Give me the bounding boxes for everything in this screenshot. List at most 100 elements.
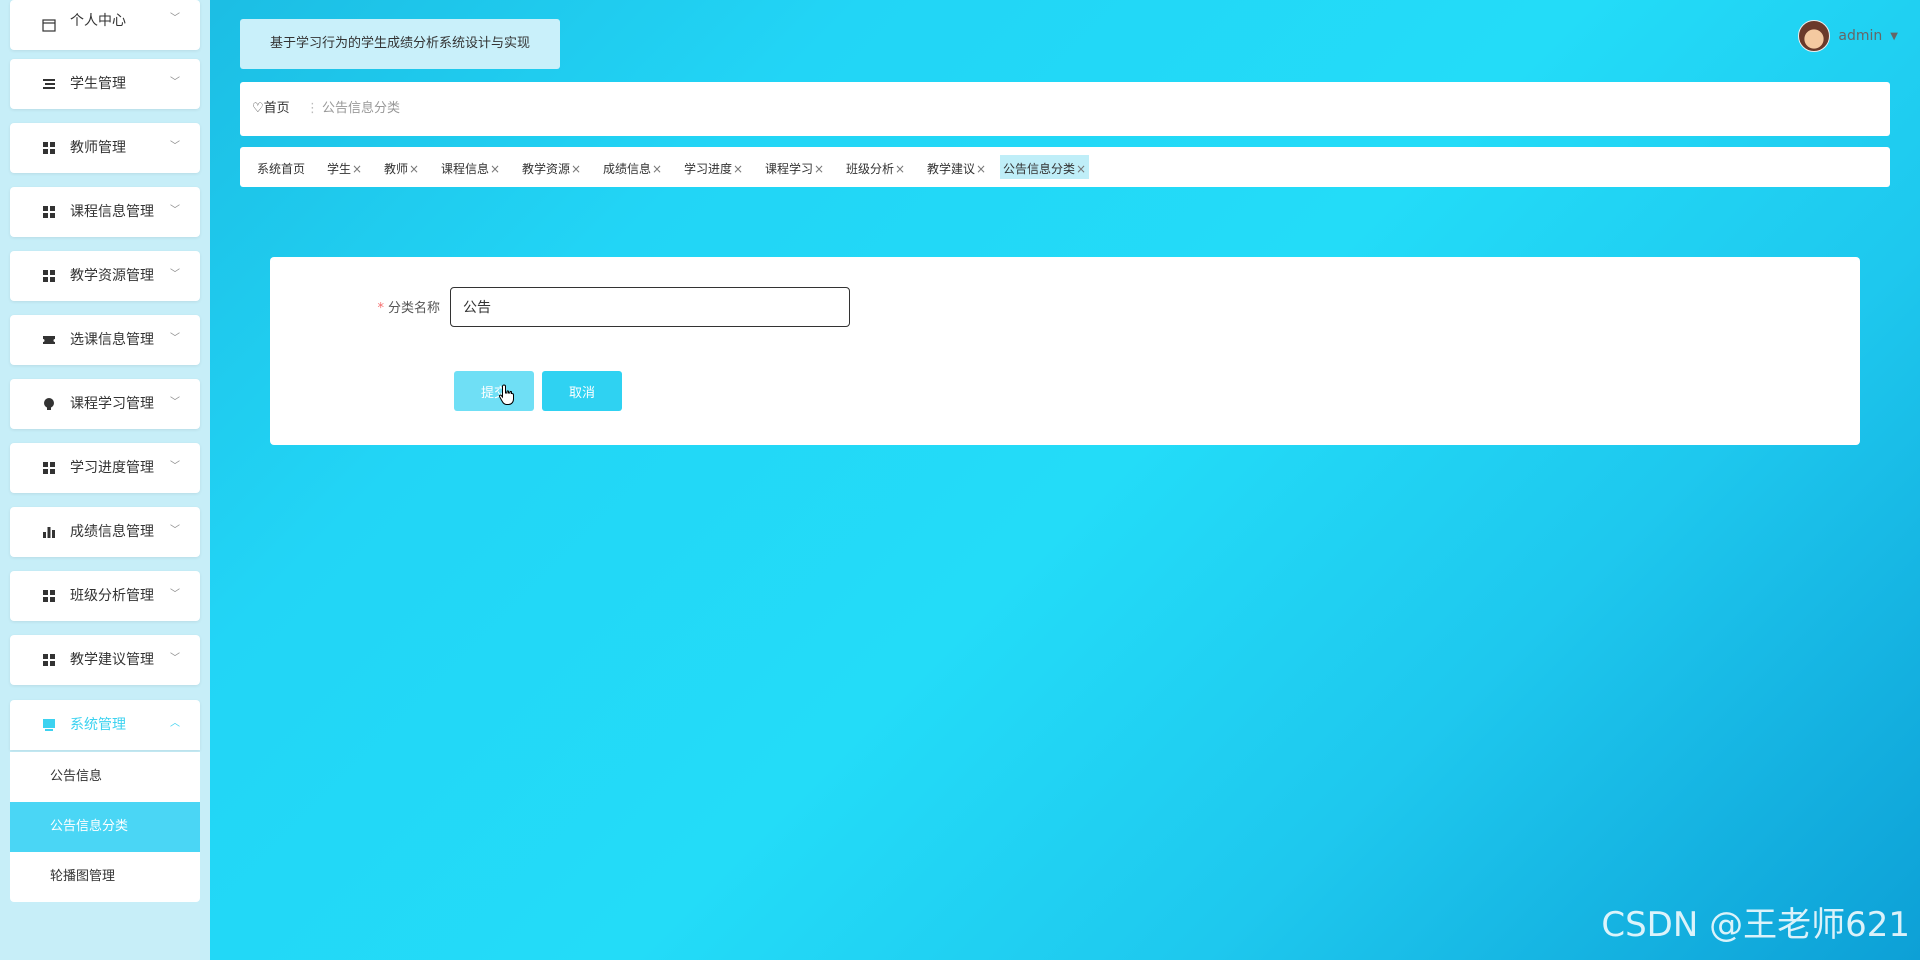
sidebar-item-teachers[interactable]: 教师管理 ﹀ — [10, 123, 200, 173]
breadcrumb: ♡首页 ⋮ 公告信息分类 — [240, 82, 1890, 136]
sidebar-item-label: 个人中心 — [70, 13, 126, 29]
heart-icon: ♡ — [252, 101, 264, 116]
chevron-down-icon: ﹀ — [170, 653, 180, 664]
tab-learning-progress[interactable]: 学习进度× — [681, 155, 746, 179]
hand-cursor-icon — [498, 384, 516, 410]
sidebar-item-course-info[interactable]: 课程信息管理 ﹀ — [10, 187, 200, 237]
ticket-icon — [42, 333, 56, 347]
watermark: CSDN @王老师621 — [1601, 905, 1910, 945]
breadcrumb-current: 公告信息分类 — [322, 101, 401, 116]
close-icon[interactable]: × — [652, 162, 662, 176]
sidebar-item-label: 课程信息管理 — [70, 204, 154, 220]
close-icon[interactable]: × — [733, 162, 743, 176]
tab-label: 学生 — [327, 162, 352, 176]
sidebar: 个人中心 ﹀ 学生管理 ﹀ 教师管理 ﹀ 课程信息管理 ﹀ 教学资源管理 ﹀ 选… — [0, 0, 210, 960]
close-icon[interactable]: × — [976, 162, 986, 176]
tab-course-info[interactable]: 课程信息× — [438, 155, 503, 179]
chevron-down-icon: ﹀ — [170, 397, 180, 408]
chevron-down-icon: ﹀ — [170, 269, 180, 280]
tab-teachers[interactable]: 教师× — [381, 155, 422, 179]
sidebar-item-grades[interactable]: 成绩信息管理 ﹀ — [10, 507, 200, 557]
sidebar-item-course-study[interactable]: 课程学习管理 ﹀ — [10, 379, 200, 429]
sidebar-item-course-selection[interactable]: 选课信息管理 ﹀ — [10, 315, 200, 365]
breadcrumb-home[interactable]: ♡首页 — [252, 82, 290, 136]
bar-chart-icon — [42, 525, 56, 539]
submenu-item-announcements[interactable]: 公告信息 — [10, 752, 200, 802]
tab-class-analysis[interactable]: 班级分析× — [843, 155, 908, 179]
caret-down-icon: ▼ — [1890, 30, 1898, 42]
form-card: *分类名称 提交 取消 — [270, 257, 1860, 445]
tab-label: 课程信息 — [441, 162, 490, 176]
submenu-item-announcement-categories[interactable]: 公告信息分类 — [10, 802, 200, 852]
close-icon[interactable]: × — [490, 162, 500, 176]
sidebar-item-label: 选课信息管理 — [70, 332, 154, 348]
user-menu[interactable]: admin ▼ — [1798, 20, 1898, 52]
sidebar-item-label: 教师管理 — [70, 140, 126, 156]
user-name: admin — [1838, 28, 1883, 44]
category-name-input[interactable] — [450, 287, 850, 327]
sidebar-item-class-analysis[interactable]: 班级分析管理 ﹀ — [10, 571, 200, 621]
breadcrumb-separator: ⋮ — [306, 101, 319, 116]
chevron-down-icon: ﹀ — [170, 525, 180, 536]
grid-icon — [42, 653, 56, 667]
sidebar-item-system[interactable]: 系统管理 ︿ — [10, 700, 200, 750]
sidebar-item-label: 教学建议管理 — [70, 652, 154, 668]
tab-course-study[interactable]: 课程学习× — [762, 155, 827, 179]
tab-teaching-resources[interactable]: 教学资源× — [519, 155, 584, 179]
grid-icon — [42, 589, 56, 603]
sidebar-item-label: 教学资源管理 — [70, 268, 154, 284]
close-icon[interactable]: × — [1076, 162, 1086, 176]
field-label-text: 分类名称 — [387, 301, 440, 316]
tab-announcement-categories[interactable]: 公告信息分类× — [1000, 155, 1090, 179]
sidebar-item-label: 系统管理 — [70, 717, 126, 733]
close-icon[interactable]: × — [352, 162, 362, 176]
calendar-icon — [42, 18, 56, 32]
grid-icon — [42, 269, 56, 283]
close-icon[interactable]: × — [814, 162, 824, 176]
tab-label: 课程学习 — [765, 162, 814, 176]
breadcrumb-home-label: 首页 — [263, 101, 290, 116]
tab-label: 学习进度 — [684, 162, 733, 176]
system-submenu: 公告信息 公告信息分类 轮播图管理 — [10, 752, 200, 902]
chevron-down-icon: ﹀ — [170, 141, 180, 152]
avatar — [1798, 20, 1831, 52]
tabs-bar: 系统首页 学生× 教师× 课程信息× 教学资源× 成绩信息× 学习进度× 课程学… — [240, 147, 1890, 187]
category-name-label: * 分类名称 — [370, 297, 440, 316]
chevron-down-icon: ﹀ — [170, 13, 180, 24]
sidebar-item-label: 学生管理 — [70, 76, 126, 92]
monitor-icon — [42, 718, 56, 732]
grid-icon — [42, 141, 56, 155]
bulb-icon — [42, 397, 56, 411]
cancel-button[interactable]: 取消 — [542, 371, 622, 411]
close-icon[interactable]: × — [409, 162, 419, 176]
sidebar-item-label: 成绩信息管理 — [70, 524, 154, 540]
sidebar-item-teaching-advice[interactable]: 教学建议管理 ﹀ — [10, 635, 200, 685]
tab-label: 公告信息分类 — [1003, 162, 1076, 176]
tab-label: 系统首页 — [257, 162, 306, 176]
sidebar-item-teaching-resources[interactable]: 教学资源管理 ﹀ — [10, 251, 200, 301]
tab-label: 教师 — [384, 162, 409, 176]
submit-button[interactable]: 提交 — [454, 371, 534, 411]
tab-label: 成绩信息 — [603, 162, 652, 176]
close-icon[interactable]: × — [895, 162, 905, 176]
chevron-up-icon: ︿ — [170, 718, 180, 729]
sidebar-item-students[interactable]: 学生管理 ﹀ — [10, 59, 200, 109]
sidebar-item-label: 班级分析管理 — [70, 588, 154, 604]
tab-students[interactable]: 学生× — [324, 155, 365, 179]
list-icon — [42, 77, 56, 91]
chevron-down-icon: ﹀ — [170, 205, 180, 216]
tab-label: 教学建议 — [927, 162, 976, 176]
close-icon[interactable]: × — [571, 162, 581, 176]
tab-home[interactable]: 系统首页 — [254, 155, 308, 179]
sidebar-item-personal-center[interactable]: 个人中心 ﹀ — [10, 0, 200, 50]
chevron-down-icon: ﹀ — [170, 461, 180, 472]
grid-icon — [42, 205, 56, 219]
required-mark: * — [377, 301, 384, 316]
sidebar-item-label: 学习进度管理 — [70, 460, 154, 476]
submenu-item-carousel[interactable]: 轮播图管理 — [10, 852, 200, 902]
tab-label: 教学资源 — [522, 162, 571, 176]
tab-grades[interactable]: 成绩信息× — [600, 155, 665, 179]
grid-icon — [42, 461, 56, 475]
sidebar-item-learning-progress[interactable]: 学习进度管理 ﹀ — [10, 443, 200, 493]
tab-teaching-advice[interactable]: 教学建议× — [924, 155, 989, 179]
